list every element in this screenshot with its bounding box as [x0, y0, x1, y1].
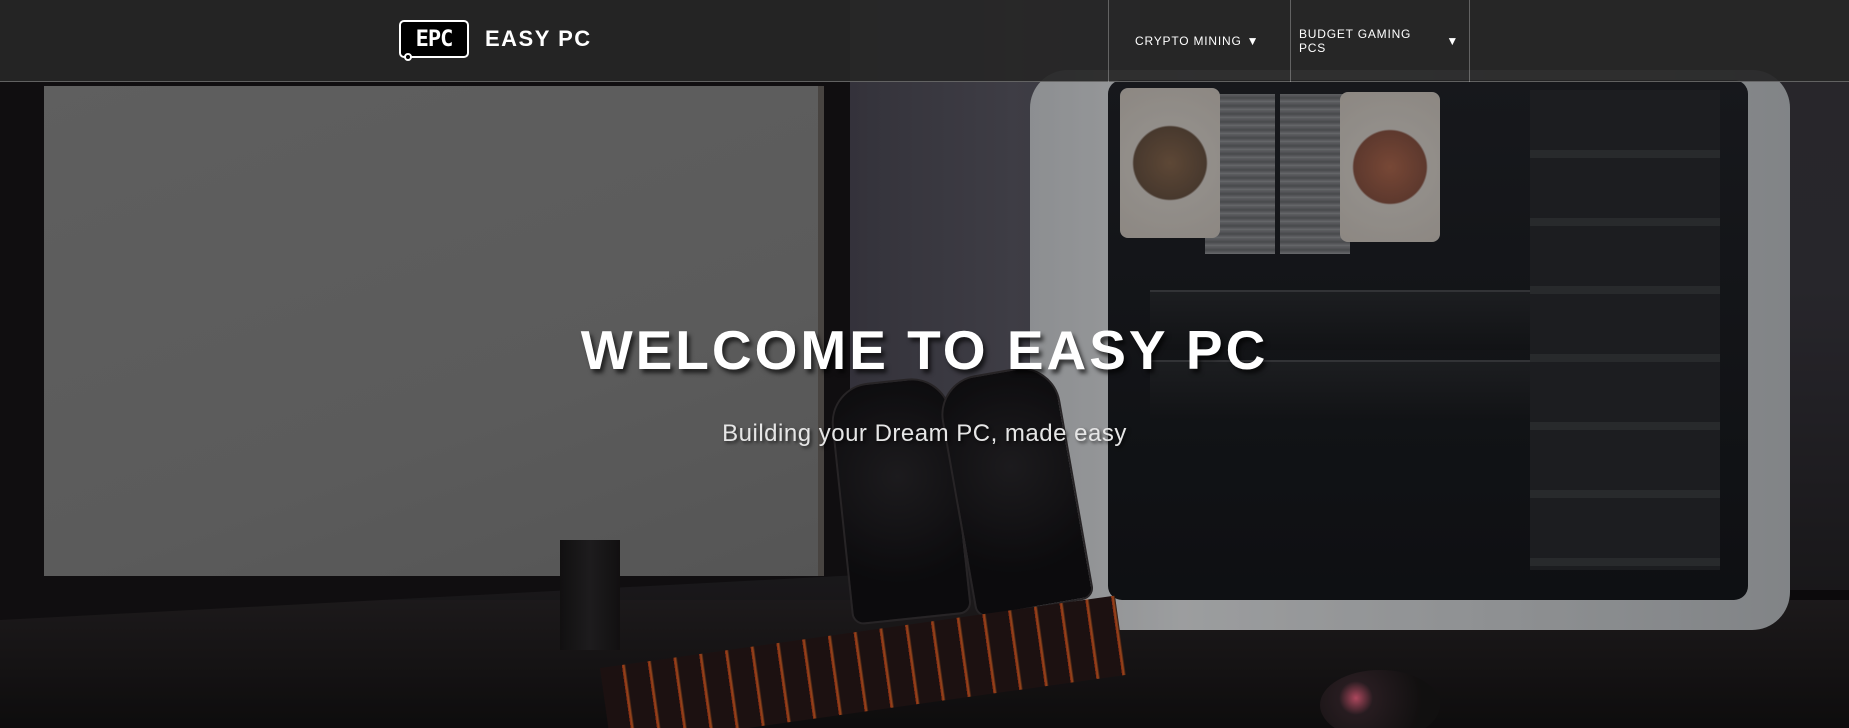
- top-navbar: EPC EASY PC CRYPTO MINING ▼ BUDGET GAMIN…: [0, 0, 1849, 82]
- nav-item-label: CRYPTO MINING: [1135, 34, 1242, 48]
- caret-down-icon: ▼: [1446, 34, 1459, 48]
- brand-name: EASY PC: [485, 26, 592, 51]
- brand-logo-text: EPC: [415, 26, 454, 52]
- caret-down-icon: ▼: [1246, 34, 1260, 48]
- nav-menu: CRYPTO MINING ▼ BUDGET GAMING PCS ▼: [1108, 0, 1470, 82]
- nav-item-label: BUDGET GAMING PCS: [1299, 27, 1412, 55]
- hero-title: WELCOME TO EASY PC: [580, 319, 1269, 381]
- brand-logo: EPC: [399, 20, 469, 61]
- hero-subtitle: Building your Dream PC, made easy: [722, 420, 1127, 447]
- nav-item-crypto-mining[interactable]: CRYPTO MINING ▼: [1108, 0, 1290, 82]
- brand-link[interactable]: EPC EASY PC: [399, 19, 592, 61]
- plug-icon: [404, 53, 412, 61]
- nav-item-budget-gaming-pcs[interactable]: BUDGET GAMING PCS ▼: [1290, 0, 1470, 82]
